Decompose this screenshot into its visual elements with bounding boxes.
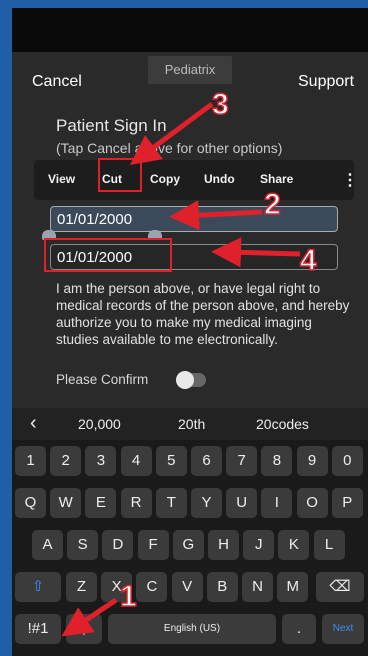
callout-1: 1 [119,579,137,614]
arrow-2 [169,200,263,231]
callout-4: 4 [299,243,317,278]
arrow-1 [61,597,118,637]
callout-3: 3 [211,87,229,122]
arrow-3 [129,101,214,165]
arrow-4 [211,237,301,268]
callout-2: 2 [263,187,281,222]
annotation-arrows [61,101,301,637]
phone-screen: Cancel Pediatrix Support Patient Sign In… [12,8,368,656]
